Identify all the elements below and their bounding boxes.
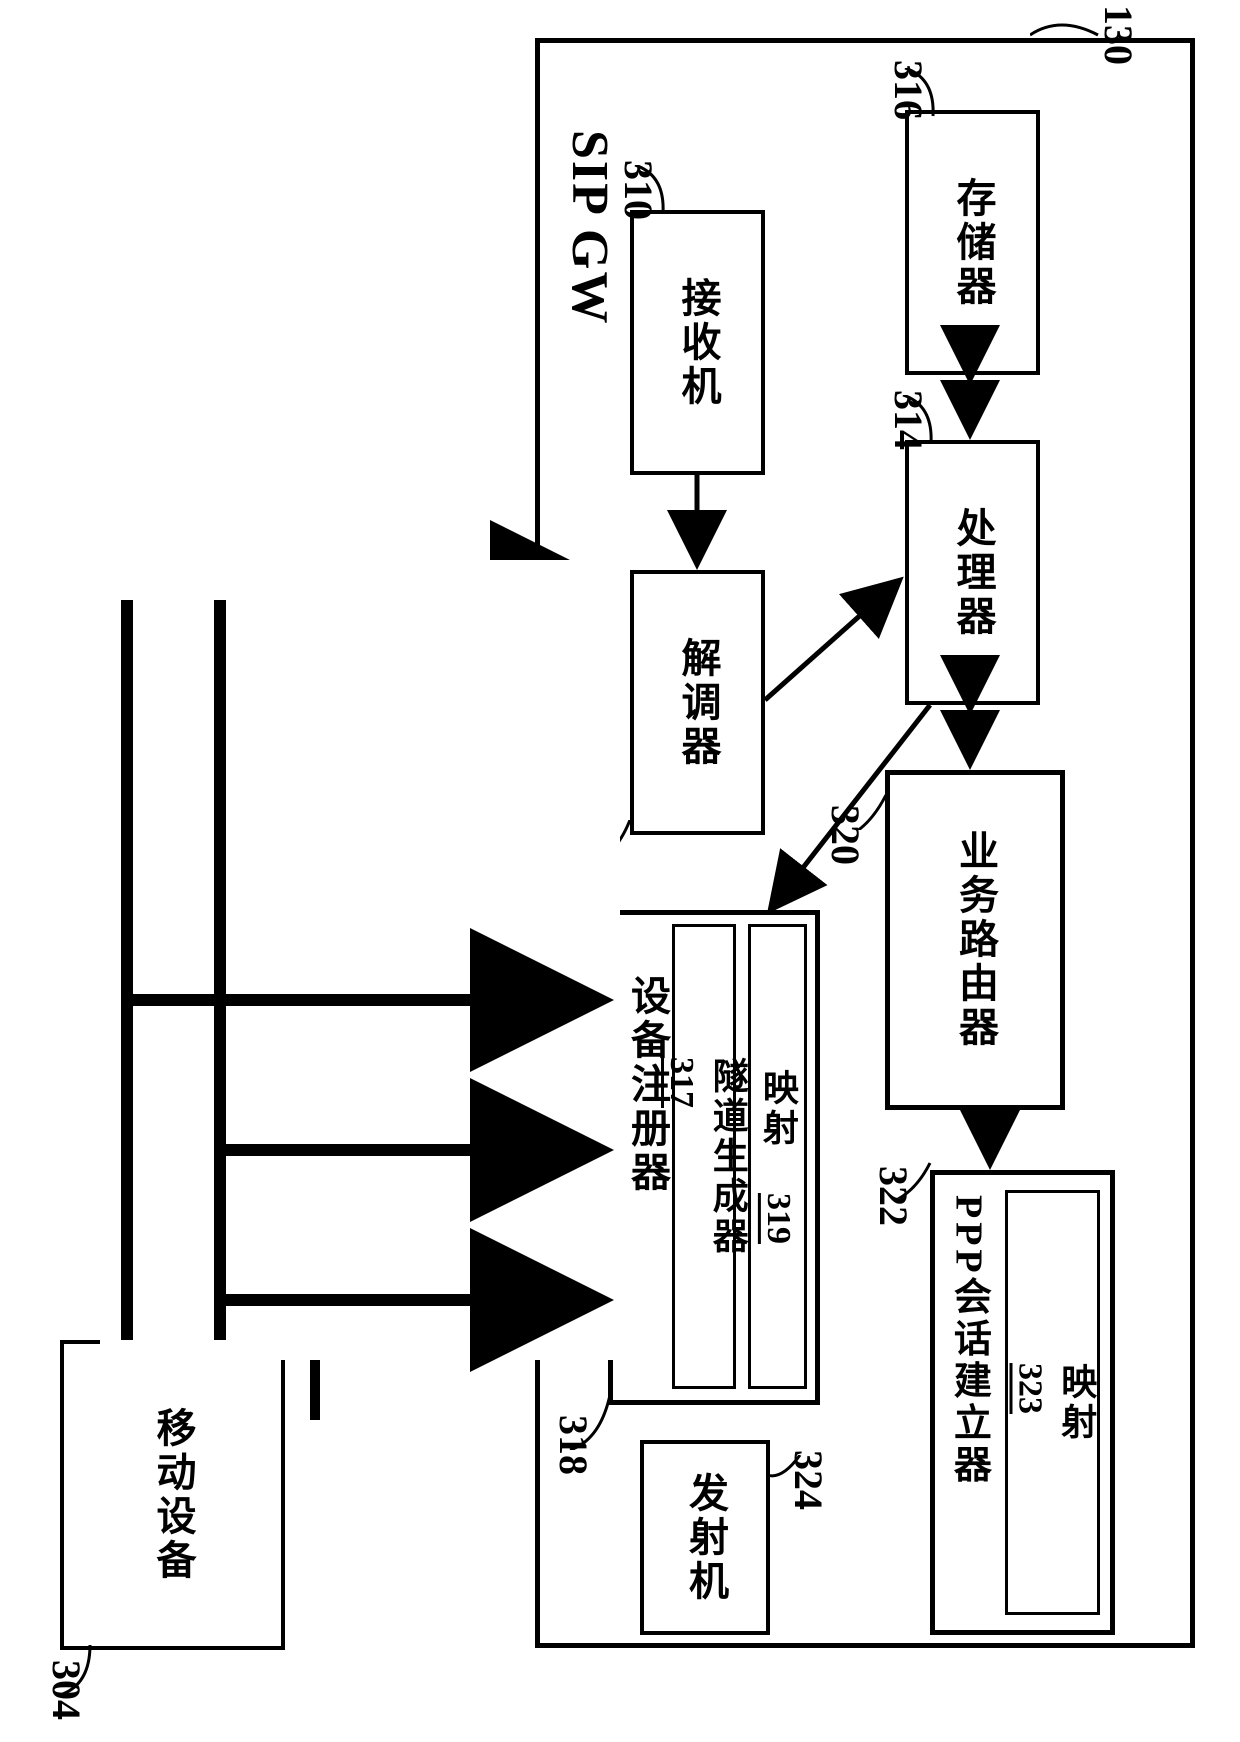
transmitter-box: 发射机 [640, 1440, 770, 1635]
reg-map-box: 映射 319 [748, 924, 807, 1389]
demod-label: 解调器 [672, 637, 724, 769]
router-box: 业务路由器 [885, 770, 1065, 1110]
processor-box: 处理器 [905, 440, 1040, 705]
mobile-device-label: 移动设备 [147, 1407, 199, 1583]
tunnel-gen-label: 隧道生成器 317 [657, 1057, 751, 1257]
mobile-device-box: 移动设备 [60, 1340, 285, 1650]
tunnel-gen-box: 隧道生成器 317 [672, 924, 736, 1389]
voice-invite-msg-label: 语音邀请消息 307 [247, 620, 305, 965]
transmitter-label: 发射机 [679, 1472, 731, 1604]
ppp-map-box: 映射 323 [1005, 1190, 1100, 1615]
storage-label: 存储器 [947, 177, 999, 309]
demod-box: 解调器 [630, 570, 765, 835]
sip-gw-title: SIP GW [560, 130, 619, 326]
ppp-map-label: 映射 323 [1006, 1363, 1100, 1443]
receiver-label: 接收机 [672, 277, 724, 409]
router-label: 业务路由器 [949, 830, 1001, 1050]
ppp-label: PPPPPP会话建立器会话建立器 [943, 1195, 992, 1487]
data-connect-request-label: 数据连接请求 305 [155, 620, 213, 965]
receiver-box: 接收机 [630, 210, 765, 475]
processor-label: 处理器 [947, 507, 999, 639]
reg-map-label: 映射 319 [754, 1069, 801, 1244]
storage-box: 存储器 [905, 110, 1040, 375]
